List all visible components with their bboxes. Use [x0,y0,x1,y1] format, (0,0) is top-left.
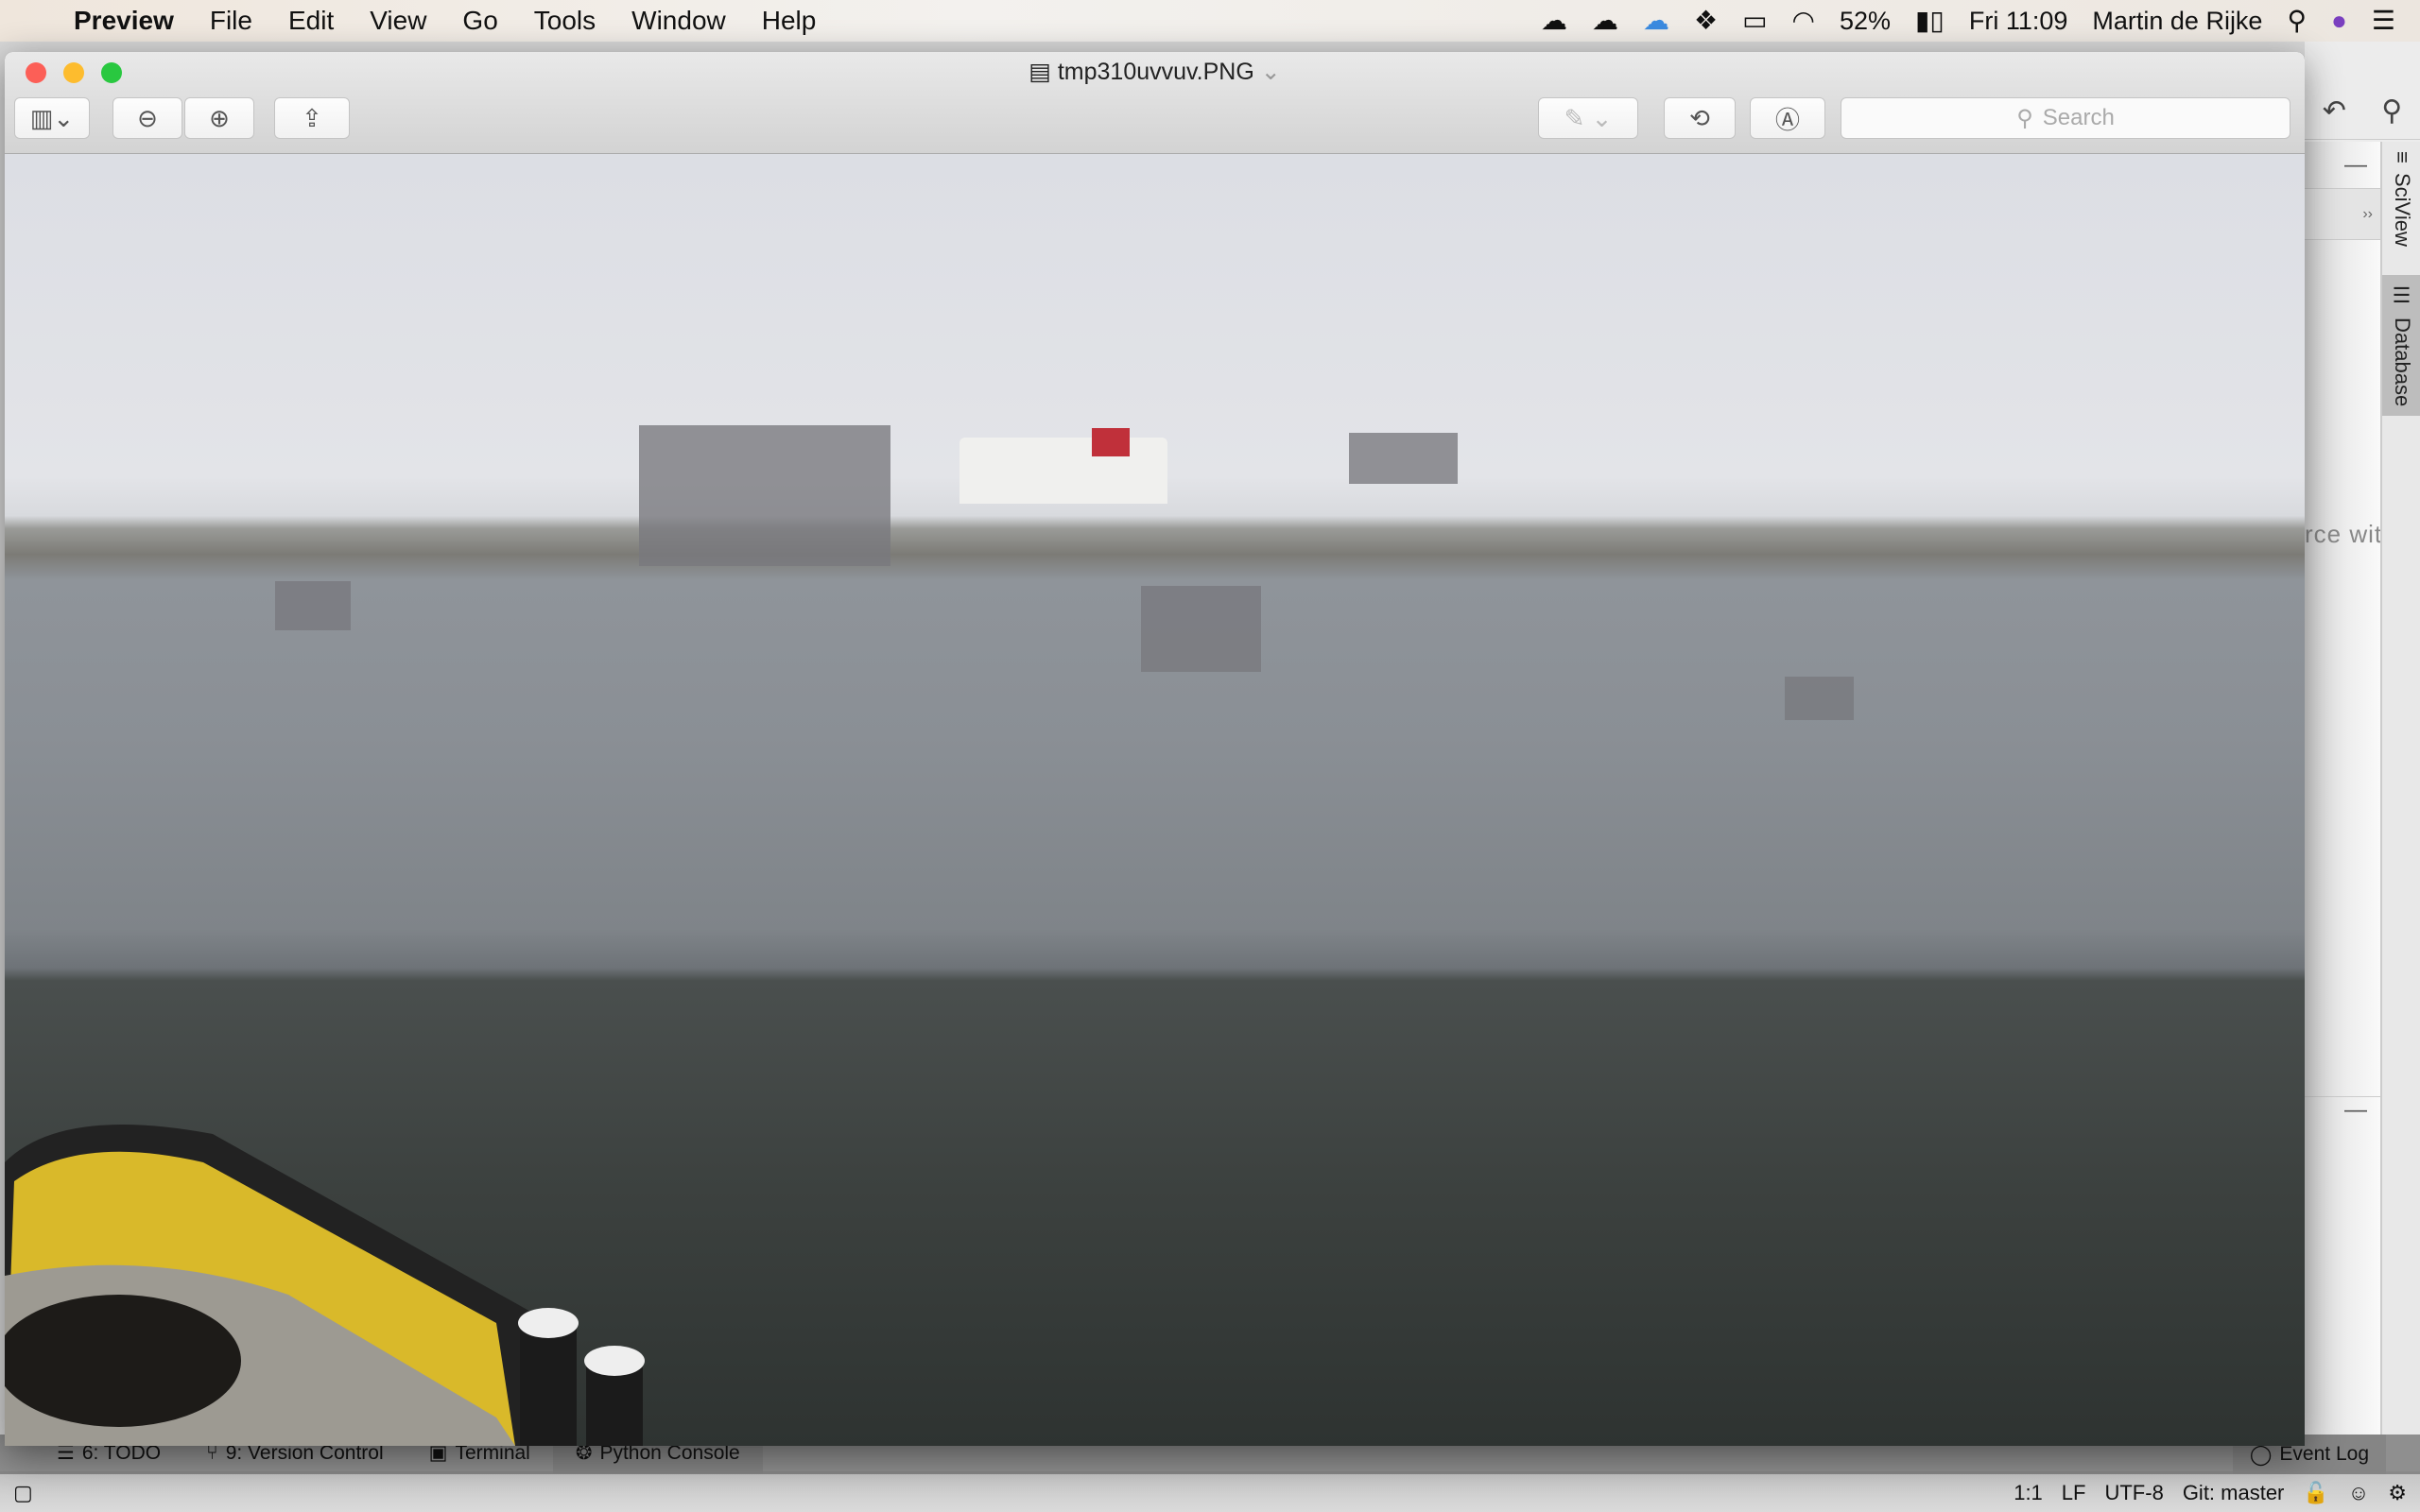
zoom-out-button[interactable]: ⊖ [112,97,182,139]
spotlight-search-icon[interactable]: ⚲ [2287,8,2307,34]
ide-side-panel: — ›› rce with — [2305,142,2380,1436]
markup-button[interactable]: ✎ ⌄ [1538,97,1638,139]
siri-icon[interactable]: ● [2331,8,2347,34]
tab-sciview[interactable]: ≡ SciView [2382,142,2420,256]
file-encoding[interactable]: UTF-8 [2104,1481,2163,1505]
tab-database[interactable]: ☰ Database [2382,274,2420,416]
rotate-button[interactable]: ⟲ [1664,97,1736,139]
dropbox-icon[interactable]: ❖ [1694,8,1718,34]
undo-icon[interactable]: ↶ [2323,94,2346,128]
occlusion-box [275,581,351,630]
image-canvas [5,154,2305,1446]
ferry-funnel [1092,428,1130,456]
search-icon[interactable]: ⚲ [2381,94,2402,128]
minimize-icon[interactable]: — [2344,1097,2367,1123]
share-button[interactable]: ⇪ [274,97,350,139]
git-branch[interactable]: Git: master [2183,1481,2285,1505]
zoom-in-icon: ⊕ [209,103,230,132]
sidebar-toggle-button[interactable]: ▥⌄ [14,97,90,139]
airplay-icon[interactable]: ▭ [1742,8,1767,34]
minimize-icon[interactable]: — [2344,152,2367,179]
caret-position[interactable]: 1:1 [2014,1481,2043,1505]
battery-percent[interactable]: 52% [1840,7,1891,36]
menu-app[interactable]: Preview [74,6,174,36]
onedrive-icon[interactable]: ☁ [1643,8,1669,34]
markup-toolbar-button[interactable]: Ⓐ [1750,97,1825,139]
occlusion-box [1141,586,1261,672]
database-icon: ☰ [2391,284,2414,308]
ide-toolbar: ↶ ⚲ [2305,83,2420,140]
clock[interactable]: Fri 11:09 [1969,7,2068,36]
search-input[interactable]: ⚲ Search [1841,97,2290,139]
zoom-out-icon: ⊖ [137,103,158,132]
occlusion-box [1349,433,1458,484]
status-bar: ▢ 1:1 LF UTF-8 Git: master 🔓 ☺ ⚙ [0,1474,2420,1512]
menu-tools[interactable]: Tools [534,6,596,36]
panel-header: — [2305,142,2380,189]
speech-bubble-icon: ◯ [2249,1443,2273,1466]
document-icon: ▤ [1028,59,1058,85]
occlusion-box [639,425,890,566]
menu-view[interactable]: View [370,6,426,36]
lock-icon[interactable]: 🔓 [2303,1481,2328,1505]
window-title[interactable]: ▤ tmp310uvvuv.PNG ⌄ [5,58,2305,86]
right-tool-strip: ≡ SciView ☰ Database [2380,142,2420,1436]
panel-text: rce with [2305,520,2380,548]
pen-icon: ✎ ⌄ [1564,103,1613,132]
menu-bar: Preview File Edit View Go Tools Window H… [0,0,2420,42]
line-separator[interactable]: LF [2062,1481,2086,1505]
menu-window[interactable]: Window [631,6,726,36]
boat-bow [5,1125,645,1446]
chevron-down-icon: ⌄ [1253,59,1281,85]
menu-edit[interactable]: Edit [288,6,334,36]
occlusion-box [1785,677,1854,720]
markup-icon: Ⓐ [1774,105,1800,134]
search-icon: ⚲ [2016,105,2033,131]
inspector-icon[interactable]: ☺ [2348,1481,2369,1505]
toggle-panels-icon[interactable]: ▢ [13,1481,33,1505]
user-name[interactable]: Martin de Rijke [2092,7,2262,36]
wifi-icon[interactable]: ◠ [1792,8,1815,34]
menu-go[interactable]: Go [462,6,497,36]
cloud-icon[interactable]: ☁ [1541,8,1567,34]
expand-icon[interactable]: ›› [2305,189,2380,240]
ferry [959,438,1167,504]
panel-header-lower: — [2305,1096,2380,1143]
cloud-icon[interactable]: ☁ [1592,8,1618,34]
list-icon: ≡ [2391,151,2414,163]
battery-icon[interactable]: ▮▯ [1915,8,1945,34]
notification-center-icon[interactable]: ☰ [2372,8,2395,34]
title-bar: ▤ tmp310uvvuv.PNG ⌄ ▥⌄ ⊖ ⊕ ⇪ ✎ ⌄ ⟲ Ⓐ ⚲ Se… [5,52,2305,154]
settings-icon[interactable]: ⚙ [2388,1481,2407,1505]
sidebar-icon: ▥⌄ [29,103,75,132]
menu-help[interactable]: Help [762,6,817,36]
menu-file[interactable]: File [210,6,252,36]
preview-window: ▤ tmp310uvvuv.PNG ⌄ ▥⌄ ⊖ ⊕ ⇪ ✎ ⌄ ⟲ Ⓐ ⚲ Se… [5,52,2305,1446]
zoom-in-button[interactable]: ⊕ [184,97,254,139]
share-icon: ⇪ [302,103,322,132]
rotate-icon: ⟲ [1689,103,1710,132]
